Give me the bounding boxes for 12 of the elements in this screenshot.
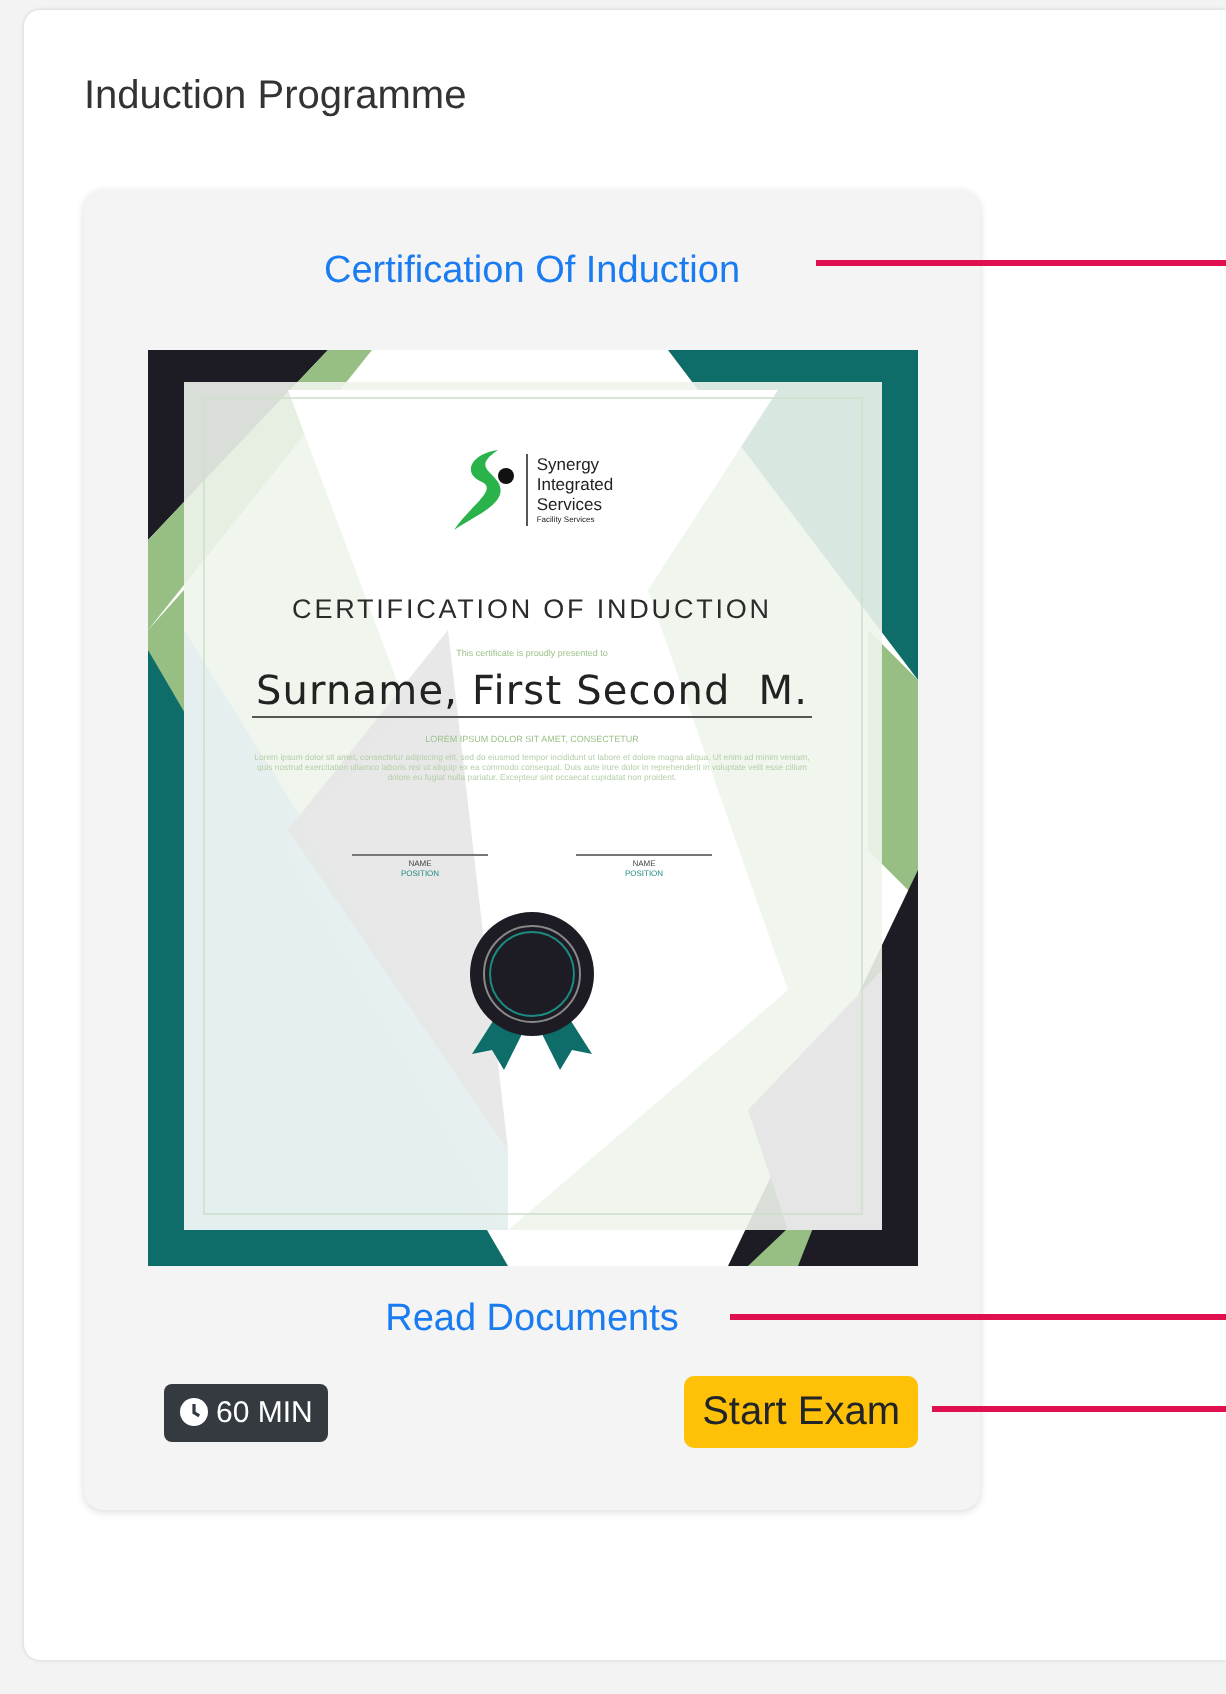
- clock-icon: [180, 1398, 208, 1426]
- logo-icon: [450, 446, 519, 534]
- logo-text: Integrated: [536, 474, 614, 494]
- page-title: Induction Programme: [84, 74, 467, 120]
- certificate-link[interactable]: Certification Of Induction: [323, 250, 741, 294]
- start-exam-button[interactable]: Start Exam: [684, 1376, 918, 1448]
- recipient-name: Surname, First Second M.: [251, 666, 813, 718]
- read-documents-link[interactable]: Read Documents: [385, 1298, 679, 1342]
- certificate-heading: CERTIFICATION OF INDUCTION: [292, 594, 772, 624]
- logo-text: Services: [536, 494, 604, 514]
- logo-text: Synergy: [536, 454, 602, 474]
- duration-badge: 60 MIN: [164, 1383, 329, 1441]
